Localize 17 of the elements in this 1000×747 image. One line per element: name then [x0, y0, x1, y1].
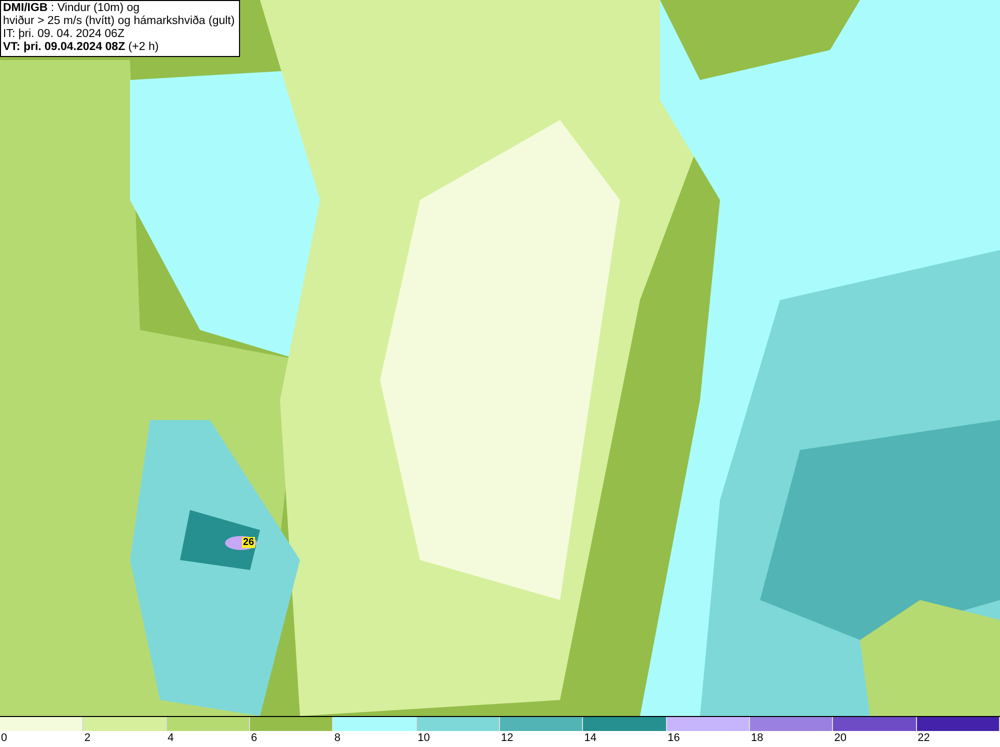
legend-label: 10 [416, 731, 430, 745]
title-line: hviður > 25 m/s (hvítt) og hámarkshviða (gult) [3, 15, 235, 28]
legend-label: 2 [83, 731, 90, 745]
max-gust-label: 26 [242, 537, 256, 548]
legend-label: 22 [916, 731, 930, 745]
legend-label: 16 [666, 731, 680, 745]
legend-label: 20 [833, 731, 847, 745]
legend-label: 8 [333, 731, 340, 745]
legend-label: 0 [0, 731, 8, 745]
title-line: IT: þri. 09. 04. 2024 06Z [3, 28, 126, 41]
legend-label: 12 [500, 731, 514, 745]
legend-label: 4 [166, 731, 174, 745]
legend-label: 14 [583, 731, 597, 745]
legend-label: 18 [750, 731, 764, 745]
legend-label: 6 [250, 731, 258, 745]
title-line: DMI/IGB : Vindur (10m) og [3, 2, 141, 15]
title-line: VT: þri. 09.04.2024 08Z (+2 h) [3, 41, 160, 54]
